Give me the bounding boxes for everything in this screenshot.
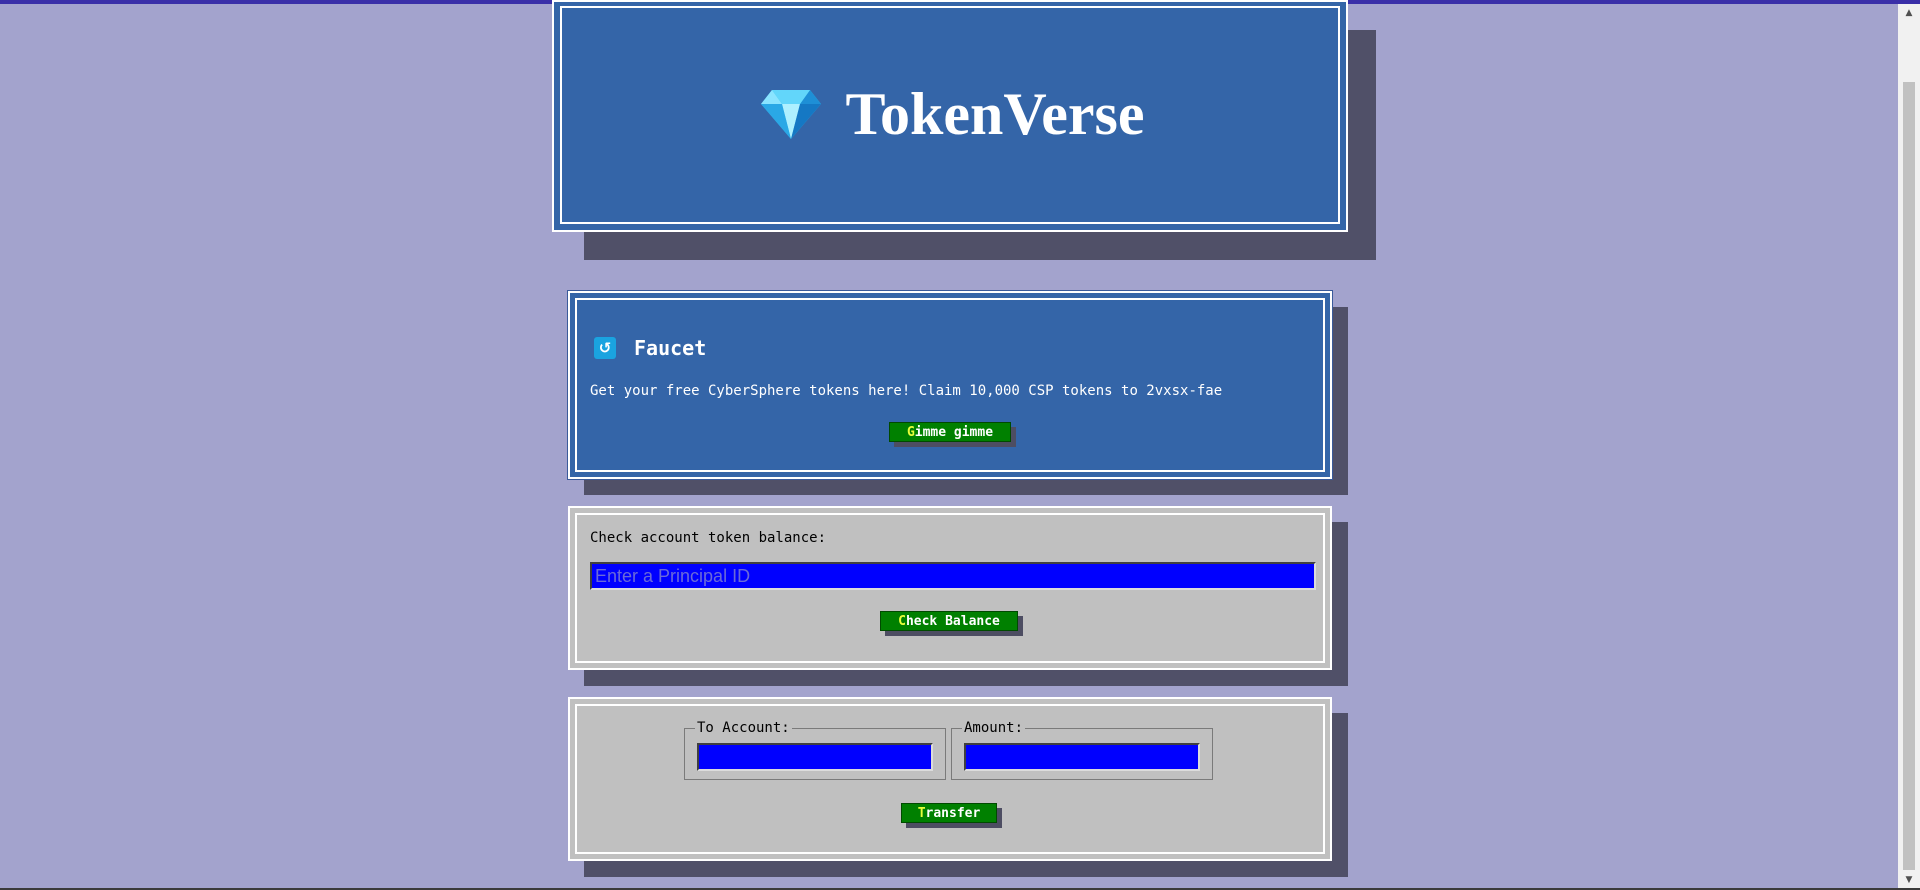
- check-balance-button[interactable]: Check Balance: [880, 611, 1018, 631]
- to-account-input[interactable]: [697, 743, 933, 771]
- faucet-description: Get your free CyberSphere tokens here! C…: [590, 383, 1223, 399]
- check-balance-first-letter: C: [898, 613, 906, 629]
- faucet-title: Faucet: [634, 336, 707, 360]
- amount-fieldset: Amount:: [951, 720, 1213, 780]
- balance-panel: Check account token balance: Check Balan…: [568, 506, 1332, 670]
- transfer-button-first-letter: T: [917, 805, 926, 821]
- gimme-button-first-letter: G: [906, 424, 915, 440]
- faucet-icon: ↺: [594, 337, 616, 359]
- header-content: TokenVerse: [554, 84, 1350, 144]
- gimme-button-label: imme gimme: [914, 424, 994, 440]
- transfer-panel: To Account: Amount: Transfer: [568, 697, 1332, 861]
- gimme-gimme-button[interactable]: Gimme gimme: [889, 422, 1011, 442]
- transfer-button-label: ransfer: [925, 805, 981, 821]
- scroll-up-arrow-icon[interactable]: ▲: [1898, 4, 1920, 21]
- header-banner: TokenVerse: [552, 0, 1348, 232]
- scroll-thumb[interactable]: [1903, 82, 1915, 870]
- principal-id-input[interactable]: [590, 562, 1316, 590]
- page-scrollbar[interactable]: ▲ ▼: [1898, 4, 1920, 888]
- to-account-legend: To Account:: [695, 720, 792, 736]
- brand-title: TokenVerse: [845, 81, 1145, 147]
- gem-icon: [760, 90, 821, 139]
- check-balance-label: heck Balance: [905, 613, 1000, 629]
- balance-label: Check account token balance:: [590, 530, 827, 546]
- amount-input[interactable]: [964, 743, 1200, 771]
- amount-legend: Amount:: [962, 720, 1026, 736]
- faucet-title-row: ↺ Faucet: [594, 336, 706, 360]
- to-account-fieldset: To Account:: [684, 720, 946, 780]
- scroll-down-arrow-icon[interactable]: ▼: [1898, 871, 1920, 888]
- transfer-button[interactable]: Transfer: [901, 803, 997, 823]
- faucet-panel: ↺ Faucet Get your free CyberSphere token…: [568, 291, 1332, 479]
